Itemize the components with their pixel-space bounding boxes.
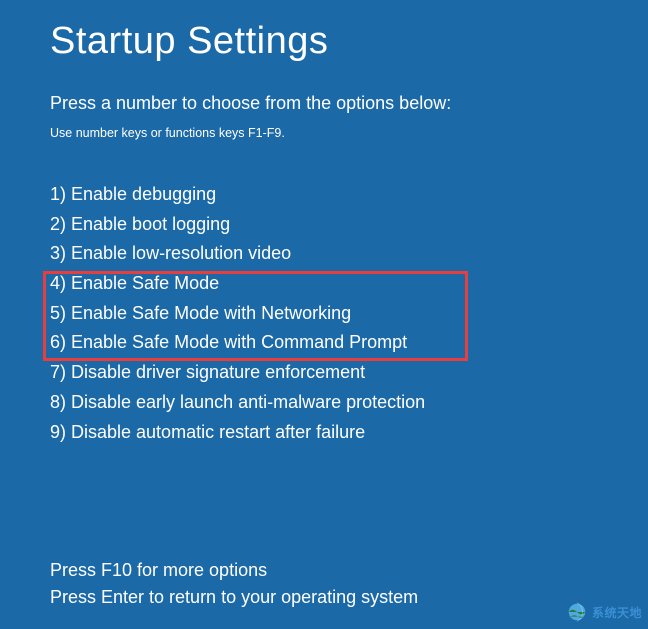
options-list: 1) Enable debugging 2) Enable boot loggi… bbox=[50, 180, 598, 447]
footer-more-options: Press F10 for more options bbox=[50, 557, 598, 584]
option-enable-safe-mode-command-prompt[interactable]: 6) Enable Safe Mode with Command Prompt bbox=[50, 328, 598, 358]
watermark: 系统天地 bbox=[566, 601, 642, 623]
footer-return: Press Enter to return to your operating … bbox=[50, 584, 598, 611]
instruction-hint: Use number keys or functions keys F1-F9. bbox=[50, 126, 598, 140]
option-enable-low-resolution-video[interactable]: 3) Enable low-resolution video bbox=[50, 239, 598, 269]
startup-settings-screen: Startup Settings Press a number to choos… bbox=[0, 0, 648, 611]
option-disable-auto-restart[interactable]: 9) Disable automatic restart after failu… bbox=[50, 418, 598, 448]
option-enable-debugging[interactable]: 1) Enable debugging bbox=[50, 180, 598, 210]
option-enable-safe-mode-networking[interactable]: 5) Enable Safe Mode with Networking bbox=[50, 299, 598, 329]
option-enable-boot-logging[interactable]: 2) Enable boot logging bbox=[50, 210, 598, 240]
globe-icon bbox=[566, 601, 588, 623]
option-disable-anti-malware[interactable]: 8) Disable early launch anti-malware pro… bbox=[50, 388, 598, 418]
option-disable-driver-signature[interactable]: 7) Disable driver signature enforcement bbox=[50, 358, 598, 388]
instruction-subtitle: Press a number to choose from the option… bbox=[50, 93, 598, 114]
page-title: Startup Settings bbox=[50, 20, 598, 63]
watermark-text: 系统天地 bbox=[592, 604, 642, 621]
option-enable-safe-mode[interactable]: 4) Enable Safe Mode bbox=[50, 269, 598, 299]
